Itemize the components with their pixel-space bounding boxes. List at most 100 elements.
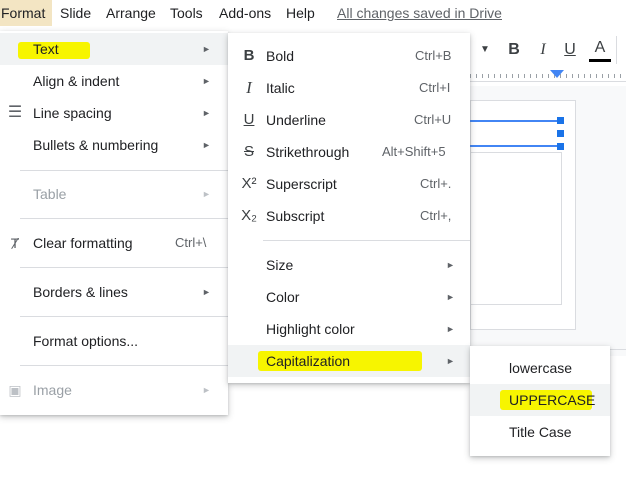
resize-handle[interactable]: [557, 117, 564, 124]
format-menu-item-table: Table ►: [0, 178, 228, 210]
format-menu-item-label: Table: [33, 186, 67, 202]
text-menu-item-label: Color: [266, 289, 300, 305]
menu-format[interactable]: Format: [0, 0, 52, 26]
shortcut-label: Ctrl+U: [414, 112, 452, 127]
capitalization-submenu: lowercase UPPERCASE Title Case: [470, 346, 610, 456]
submenu-arrow-icon: ►: [446, 292, 455, 302]
cap-menu-item-uppercase[interactable]: UPPERCASE: [470, 384, 610, 416]
shortcut-label: Ctrl+I: [419, 80, 451, 95]
format-menu-item-text[interactable]: Text ►: [0, 33, 228, 65]
submenu-arrow-icon: ►: [202, 189, 211, 199]
submenu-arrow-icon: ►: [202, 287, 211, 297]
superscript-icon: X²: [241, 175, 257, 192]
text-menu-item-superscript[interactable]: X² Superscript Ctrl+.: [228, 168, 470, 200]
caret-down-icon[interactable]: ▼: [474, 36, 496, 64]
underline-icon: U: [243, 111, 255, 128]
format-menu-item-label: Align & indent: [33, 73, 120, 89]
bold-button[interactable]: B: [503, 36, 525, 64]
shortcut-label: Ctrl+,: [420, 208, 452, 223]
toolbar-divider: [616, 36, 626, 64]
text-menu-item-label: Subscript: [266, 208, 325, 224]
format-menu-item-label: Image: [33, 382, 72, 398]
menu-tools[interactable]: Tools: [170, 0, 203, 26]
text-menu-item-label: Strikethrough: [266, 144, 350, 160]
cap-menu-item-title-case[interactable]: Title Case: [470, 416, 610, 448]
submenu-arrow-icon: ►: [446, 356, 455, 366]
body-placeholder[interactable]: [470, 152, 562, 305]
text-menu-item-bold[interactable]: B Bold Ctrl+B: [228, 40, 470, 72]
shortcut-label: Alt+Shift+5: [382, 144, 446, 159]
text-menu-item-label: Bold: [266, 48, 295, 64]
toolbar: ▼ B I U A: [470, 36, 626, 64]
menu-separator: [20, 170, 228, 171]
shortcut-label: Ctrl+\: [175, 235, 207, 250]
menu-bar: Format Slide Arrange Tools Add-ons Help …: [0, 0, 626, 26]
subscript-icon: X₂: [241, 207, 257, 224]
format-menu-item-image: ▣ Image ►: [0, 374, 228, 406]
menu-separator: [20, 365, 228, 366]
submenu-arrow-icon: ►: [202, 44, 211, 54]
text-menu-item-label: Underline: [266, 112, 326, 128]
format-menu-item-label: Bullets & numbering: [33, 137, 159, 153]
cap-menu-item-label: lowercase: [509, 360, 573, 376]
text-menu-item-label: Superscript: [266, 176, 337, 192]
menu-separator: [20, 267, 228, 268]
italic-icon: I: [246, 78, 252, 97]
resize-handle[interactable]: [557, 130, 564, 137]
cap-menu-item-label: Title Case: [509, 424, 572, 440]
menu-separator: [263, 240, 470, 241]
format-menu-item-label: Line spacing: [33, 105, 112, 121]
italic-button[interactable]: I: [532, 36, 554, 64]
menu-separator: [20, 218, 228, 219]
format-menu-item-format-options[interactable]: Format options...: [0, 325, 228, 357]
menu-arrange[interactable]: Arrange: [106, 0, 156, 26]
save-status-link[interactable]: All changes saved in Drive: [337, 0, 502, 26]
text-submenu: B Bold Ctrl+B I Italic Ctrl+I U Underlin…: [228, 33, 470, 383]
text-menu-item-italic[interactable]: I Italic Ctrl+I: [228, 72, 470, 104]
text-menu-item-label: Italic: [266, 80, 295, 96]
submenu-arrow-icon: ►: [202, 76, 211, 86]
ruler: [470, 68, 626, 82]
menu-add-ons[interactable]: Add-ons: [219, 0, 271, 26]
submenu-arrow-icon: ►: [202, 108, 211, 118]
text-menu-item-label: Size: [266, 257, 294, 273]
underline-button[interactable]: U: [559, 36, 581, 64]
text-color-button[interactable]: A: [589, 36, 611, 62]
strikethrough-icon: S: [243, 143, 254, 160]
text-menu-item-color[interactable]: Color ►: [228, 281, 470, 313]
submenu-arrow-icon: ►: [202, 385, 211, 395]
format-menu-item-align-indent[interactable]: Align & indent ►: [0, 65, 228, 97]
menu-separator: [20, 316, 228, 317]
menu-help[interactable]: Help: [286, 0, 315, 26]
text-menu-item-strikethrough[interactable]: S Strikethrough Alt+Shift+5: [228, 136, 470, 168]
menu-slide[interactable]: Slide: [60, 0, 91, 26]
bold-icon: B: [243, 47, 255, 64]
format-menu-item-label: Format options...: [33, 333, 139, 349]
text-menu-item-size[interactable]: Size ►: [228, 249, 470, 281]
format-menu-item-label: Borders & lines: [33, 284, 128, 300]
line-spacing-icon: ☰: [7, 104, 23, 121]
submenu-arrow-icon: ►: [202, 140, 211, 150]
format-menu-item-borders-lines[interactable]: Borders & lines ►: [0, 276, 228, 308]
cap-menu-item-lowercase[interactable]: lowercase: [470, 352, 610, 384]
format-menu-item-bullets-numbering[interactable]: Bullets & numbering ►: [0, 129, 228, 161]
format-menu-item-label: Clear formatting: [33, 235, 133, 251]
indent-marker-icon[interactable]: [550, 70, 564, 78]
cap-menu-item-label: UPPERCASE: [509, 392, 596, 408]
format-menu-item-label: Text: [33, 41, 59, 57]
text-menu-item-highlight-color[interactable]: Highlight color ►: [228, 313, 470, 345]
shortcut-label: Ctrl+.: [420, 176, 452, 191]
text-menu-item-label: Highlight color: [266, 321, 355, 337]
text-menu-item-capitalization[interactable]: Capitalization ►: [228, 345, 470, 377]
selected-text-box[interactable]: [470, 120, 561, 147]
format-menu-item-clear-formatting[interactable]: Ⱦ Clear formatting Ctrl+\: [0, 227, 228, 259]
resize-handle[interactable]: [557, 143, 564, 150]
format-menu-item-line-spacing[interactable]: ☰ Line spacing ►: [0, 97, 228, 129]
submenu-arrow-icon: ►: [446, 260, 455, 270]
image-icon: ▣: [8, 382, 22, 398]
text-menu-item-subscript[interactable]: X₂ Subscript Ctrl+,: [228, 200, 470, 232]
submenu-arrow-icon: ►: [446, 324, 455, 334]
format-menu: Text ► Align & indent ► ☰ Line spacing ►…: [0, 31, 228, 415]
text-menu-item-label: Capitalization: [266, 353, 351, 369]
text-menu-item-underline[interactable]: U Underline Ctrl+U: [228, 104, 470, 136]
